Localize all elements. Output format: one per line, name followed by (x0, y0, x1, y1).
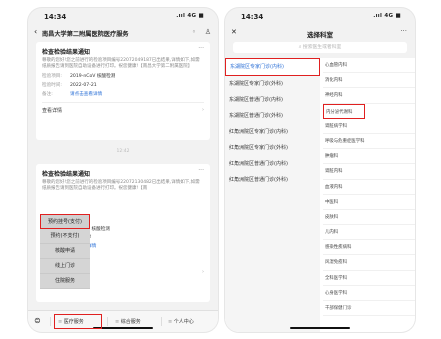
card-row-time: 检验时间: 2022-07-21 (42, 83, 97, 88)
branch-item[interactable]: 红角洲院区专家门诊(内科) (225, 124, 320, 140)
keyboard-icon[interactable]: ⊜ (34, 316, 41, 325)
profile-icon[interactable]: ♙ (205, 28, 211, 36)
status-time: 14:34 (44, 13, 67, 21)
department-item[interactable]: 心血管内科 (323, 58, 415, 74)
department-item[interactable]: 全科医学科 (323, 271, 415, 286)
signal-indicator: .ııl 4G ■ (373, 13, 401, 19)
page-title: 南昌大学第二附属医院医疗服务 (42, 31, 129, 38)
department-item[interactable]: 消化内科 (323, 73, 415, 89)
branch-item[interactable]: 东湖院区普通门诊(内科) (225, 92, 320, 108)
card-title: 检查检验结果通知 (42, 171, 91, 178)
branch-item[interactable]: 东湖院区专家门诊(外科) (225, 76, 320, 92)
more-options-icon[interactable]: ··· (198, 45, 204, 52)
back-icon[interactable]: ‹ (34, 28, 37, 36)
menu-item-book-paid[interactable]: 预约挂号(支付) (40, 214, 90, 229)
menu-item-book-unpaid[interactable]: 预约(不支付) (40, 229, 90, 244)
card-title: 检查检验结果通知 (42, 49, 91, 56)
tab-personal-center[interactable]: 个人中心 (168, 318, 194, 325)
nav-bar: ‹ 南昌大学第二附属医院医疗服务 ◦ ♙ (28, 26, 218, 40)
branch-item[interactable]: 东湖院区专家门诊(内科) (225, 58, 320, 76)
department-item[interactable]: 血液内科 (323, 180, 415, 195)
branch-list: 东湖院区专家门诊(内科) 东湖院区专家门诊(外科) 东湖院区普通门诊(内科) 东… (225, 58, 320, 332)
highlight-tab (54, 314, 102, 329)
department-item[interactable]: 心身医学科 (323, 286, 415, 301)
department-picker: 东湖院区专家门诊(内科) 东湖院区专家门诊(外科) 东湖院区普通门诊(内科) 东… (225, 58, 415, 332)
department-item[interactable]: 儿内科 (323, 225, 415, 241)
right-phone-screen: 14:34 .ııl 4G ■ ✕ 选择科室 ··· ⌕ 搜索医生或者科室 东湖… (225, 8, 415, 332)
more-options-icon[interactable]: ··· (198, 167, 204, 174)
divider (42, 102, 204, 103)
card-row-note: 备注: 请点击查看详情 (42, 92, 103, 97)
status-bar: 14:34 .ııl 4G ■ (225, 8, 415, 26)
service-popup-menu: 预约挂号(支付) 预约(不支付) 核酸申请 线上门诊 住院服务 (40, 214, 90, 289)
menu-item-nat-apply[interactable]: 核酸申请 (40, 244, 90, 259)
status-bar: 14:34 .ııl 4G ■ (28, 8, 218, 26)
card-body: 尊敬的您好!您之前进行的检验项目编号22072049187已出结果,详情如下,如… (42, 58, 200, 69)
department-item[interactable]: 肿瘤科 (323, 149, 415, 165)
signal-indicator: .ııl 4G ■ (176, 13, 204, 19)
nav-bar: ✕ 选择科室 ··· (225, 26, 415, 40)
department-item[interactable]: 肾脏病学科 (323, 119, 415, 134)
branch-item[interactable]: 红角洲院区普通门诊(内科) (225, 156, 320, 172)
branch-item[interactable]: 红角洲院区普通门诊(外科) (225, 172, 320, 188)
department-item[interactable]: 感染性疾病科 (323, 240, 415, 256)
card-row-item: 检验项目: 2019-nCoV 核酸检测 (42, 74, 116, 79)
chevron-right-icon: › (202, 269, 204, 275)
more-icon[interactable]: ◦ (192, 28, 196, 36)
search-input[interactable]: ⌕ 搜索医生或者科室 (233, 42, 407, 53)
branch-item[interactable]: 红角洲院区专家门诊(外科) (225, 140, 320, 156)
chat-timestamp: 12:42 (116, 149, 130, 154)
chevron-right-icon: › (202, 107, 204, 113)
more-options-icon[interactable]: ··· (400, 27, 407, 35)
card-body: 尊敬的您好!您之前进行的检验项目编号22072130482已出结果,详情如下,如… (42, 180, 200, 191)
left-phone-screen: 14:34 .ııl 4G ■ ‹ 南昌大学第二附属医院医疗服务 ◦ ♙ 检查检… (28, 8, 218, 332)
branch-item[interactable]: 东湖院区普通门诊(外科) (225, 108, 320, 124)
department-item[interactable]: 肾脏内科 (323, 164, 415, 180)
department-item[interactable]: 中医科 (323, 195, 415, 210)
notification-card: 检查检验结果通知 ··· 尊敬的您好!您之前进行的检验项目编号220720491… (36, 42, 210, 140)
status-time: 14:34 (241, 13, 264, 21)
tab-general-service[interactable]: 综合服务 (115, 318, 141, 325)
department-item[interactable]: 皮肤科 (323, 210, 415, 226)
home-indicator (93, 327, 153, 329)
department-item[interactable]: 呼吸与危重症医学科 (323, 134, 415, 150)
department-item[interactable]: 干部保健门诊 (323, 301, 415, 317)
department-list: 心血管内科 消化内科 神经内科 内分泌代谢科 肾脏病学科 呼吸与危重症医学科 肿… (323, 58, 415, 332)
department-item[interactable]: 内分泌代谢科 (323, 103, 365, 119)
menu-item-online-clinic[interactable]: 线上门诊 (40, 259, 90, 274)
view-detail-link[interactable]: 查看详情 › (42, 107, 204, 114)
department-item[interactable]: 神经内科 (323, 88, 415, 104)
menu-item-inpatient[interactable]: 住院服务 (40, 274, 90, 289)
page-title: 选择科室 (307, 31, 333, 39)
department-item[interactable]: 风湿免疫科 (323, 255, 415, 271)
home-indicator (290, 327, 350, 329)
